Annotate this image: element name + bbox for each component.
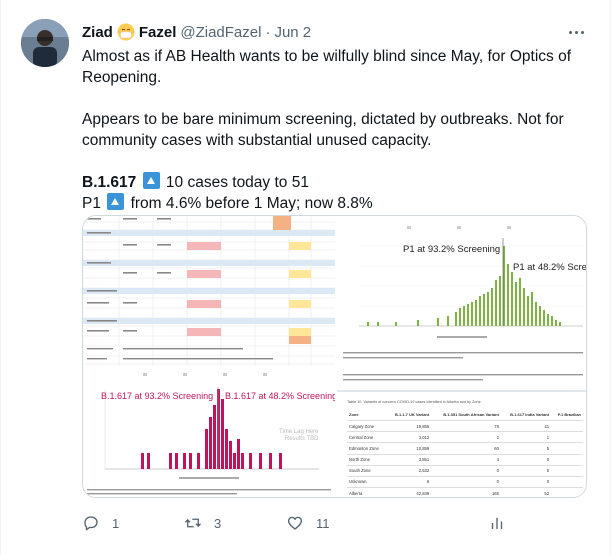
mask-emoji-icon	[117, 23, 135, 41]
table-cell: 3,012	[386, 431, 432, 444]
zone-table-header: B.1.351 South African Variant	[431, 409, 501, 421]
variant-line-b1617: B.1.617 10 cases today to 51	[82, 172, 592, 193]
media-zone-table-image[interactable]: Table 10. Variants of concern COVID-19 c…	[337, 391, 586, 497]
media-spreadsheet-image[interactable]	[83, 216, 335, 367]
table-cell: 2,532	[386, 465, 432, 477]
zone-table-title: Table 10. Variants of concern COVID-19 c…	[347, 399, 481, 404]
p1-bar-graphic	[337, 216, 586, 390]
table-cell: 0	[500, 476, 552, 489]
table-cell	[551, 476, 583, 489]
tweet-text: Almost as if AB Health wants to be wilfu…	[82, 46, 592, 214]
media-p1-chart[interactable]: P1 at 93.2% Screening P1 at 48.2% Screen…	[337, 216, 587, 390]
table-cell	[551, 431, 583, 444]
up-arrow-icon	[107, 193, 125, 210]
like-button[interactable]: 11	[286, 512, 330, 534]
table-row: Unknown 6 0 0	[347, 476, 583, 489]
display-name-first[interactable]: Ziad	[82, 24, 113, 41]
media-grid[interactable]: B.1.617 at 93.2% Screening B.1.617 at 48…	[82, 215, 587, 498]
tweet-paragraph-3: B.1.617 10 cases today to 51 P1 from 4.6…	[82, 172, 592, 214]
table-cell: 1	[500, 431, 552, 444]
analytics-button[interactable]	[488, 512, 518, 534]
table-cell	[551, 420, 583, 433]
tweet-header: Ziad Fazel @ZiadFazel · Jun 2	[82, 22, 311, 42]
table-cell: 4	[431, 454, 501, 466]
table-cell: Unknown	[347, 476, 387, 489]
heart-icon	[287, 516, 303, 530]
reply-count: 1	[112, 515, 120, 531]
table-cell: 5	[500, 465, 552, 477]
table-cell: 10,859	[386, 442, 432, 455]
table-row: Calgary Zone 19,855 78 41	[347, 420, 583, 433]
b1617-label-right: B.1.617 at 48.2% Screening	[225, 390, 335, 401]
table-cell: Calgary Zone	[347, 420, 387, 433]
zone-table-header: B.1.617 India Variant	[500, 409, 552, 421]
table-cell: 41	[500, 420, 552, 433]
reply-button[interactable]: 1	[82, 512, 119, 534]
tweet-card[interactable]: Ziad Fazel @ZiadFazel · Jun 2 Almost as …	[0, 0, 611, 555]
table-cell: 0	[431, 465, 501, 477]
more-options-icon[interactable]	[565, 22, 587, 42]
zone-table-header-row: Zone B.1.1.7 UK Variant B.1.351 South Af…	[347, 409, 583, 421]
separator-dot: ·	[265, 23, 271, 41]
table-cell: 3,851	[386, 454, 432, 466]
up-arrow-icon	[142, 172, 160, 189]
table-cell: 6	[386, 476, 432, 489]
retweet-icon	[185, 518, 201, 528]
table-cell: South Zone	[347, 465, 387, 477]
table-cell	[551, 465, 583, 477]
tweet-paragraph-1: Almost as if AB Health wants to be wilfu…	[82, 48, 572, 86]
table-cell: 2	[431, 431, 501, 444]
table-cell: 19,855	[386, 420, 432, 433]
table-row: Alberta 42,849 166 52	[347, 487, 583, 497]
b1617-label-left: B.1.617 at 93.2% Screening	[101, 390, 214, 401]
variant-p1-label: P1	[82, 195, 101, 212]
zone-table: Zone B.1.1.7 UK Variant B.1.351 South Af…	[347, 409, 583, 497]
table-cell	[551, 487, 583, 497]
variant-line-p1: P1 from 4.6% before 1 May; now 8.8%	[82, 193, 592, 214]
tweet-actions: 1 3 11	[82, 512, 512, 534]
p1-label-left: P1 at 93.2% Screening	[403, 244, 501, 255]
reply-icon	[84, 516, 98, 531]
tweet-paragraph-2: Appears to be bare minimum screening, di…	[82, 111, 564, 149]
table-cell: North Zone	[347, 454, 387, 466]
zone-table-header: P.1 Brazilian	[551, 409, 583, 421]
table-row: North Zone 3,851 4 0	[347, 454, 583, 466]
retweet-button[interactable]: 3	[184, 512, 221, 534]
table-cell: Alberta	[347, 487, 387, 497]
analytics-icon	[491, 517, 503, 529]
table-row: South Zone 2,532 0 5	[347, 465, 583, 477]
table-cell: 5	[500, 442, 552, 455]
variant-b1617-label: B.1.617	[82, 174, 137, 191]
table-cell: 60	[431, 442, 501, 455]
user-handle[interactable]: @ZiadFazel	[180, 24, 261, 41]
retweet-count: 3	[214, 515, 222, 531]
variant-b1617-text: 10 cases today to 51	[161, 174, 309, 191]
table-row: Edmonton Zone 10,859 60 5	[347, 442, 583, 455]
media-column-left: B.1.617 at 93.2% Screening B.1.617 at 48…	[83, 216, 335, 497]
table-cell: 0	[431, 476, 501, 489]
table-cell: 166	[431, 487, 501, 497]
table-cell: 0	[500, 454, 552, 466]
table-cell: Central Zone	[347, 431, 387, 444]
table-cell: 52	[500, 487, 552, 497]
table-cell	[551, 442, 583, 455]
table-cell	[551, 454, 583, 466]
zone-table-header: Zone	[347, 409, 387, 421]
zone-table-header: B.1.1.7 UK Variant	[386, 409, 432, 421]
media-b1617-chart[interactable]: B.1.617 at 93.2% Screening B.1.617 at 48…	[83, 368, 335, 497]
table-row: Central Zone 3,012 2 1	[347, 431, 583, 444]
table-cell: Edmonton Zone	[347, 442, 387, 455]
variant-p1-text: from 4.6% before 1 May; now 8.8%	[126, 195, 373, 212]
table-cell: 78	[431, 420, 501, 433]
table-cell: 42,849	[386, 487, 432, 497]
p1-label-right: P1 at 48.2% Screenin	[513, 262, 587, 273]
like-count: 11	[316, 515, 330, 531]
tweet-date[interactable]: Jun 2	[274, 24, 311, 41]
spreadsheet-graphic	[83, 216, 335, 367]
media-column-right: P1 at 93.2% Screening P1 at 48.2% Screen…	[337, 216, 587, 497]
b1617-lag-note: Time Lag Here Results TBD	[279, 428, 319, 442]
display-name-last[interactable]: Fazel	[139, 24, 177, 41]
avatar[interactable]	[21, 19, 69, 67]
